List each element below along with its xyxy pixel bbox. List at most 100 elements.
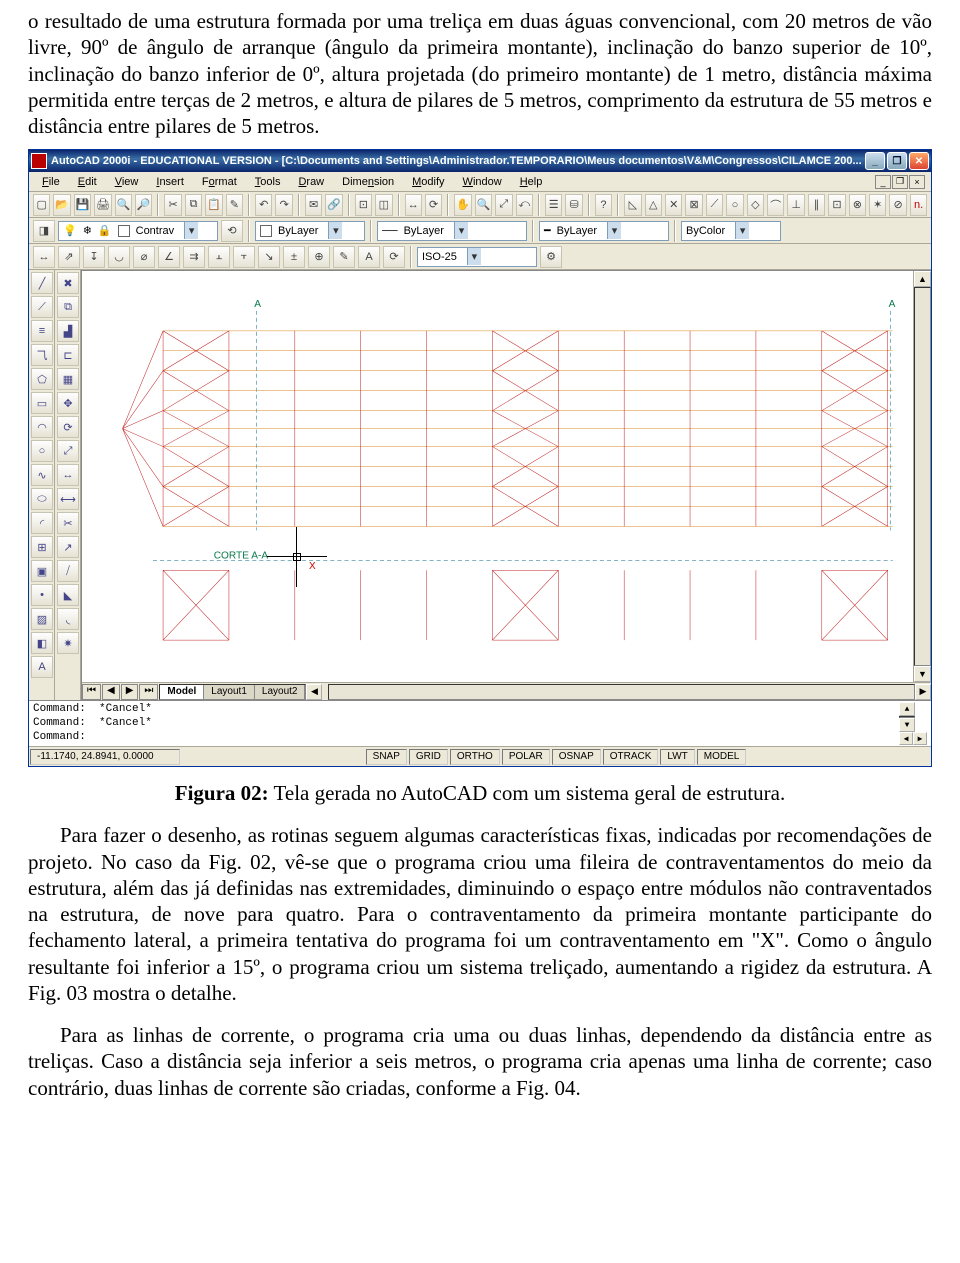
tolerance-icon[interactable]: ± xyxy=(283,246,305,268)
menu-modify[interactable]: Modify xyxy=(405,174,451,190)
lengthen-icon[interactable]: ⟷ xyxy=(57,488,79,510)
menu-help[interactable]: Help xyxy=(513,174,550,190)
point-icon[interactable]: • xyxy=(31,584,53,606)
dimcontinue-icon[interactable]: ⫟ xyxy=(233,246,255,268)
tab-prev-icon[interactable]: ◀ xyxy=(102,684,120,700)
drawing-canvas[interactable]: A A xyxy=(82,271,913,682)
undo-icon[interactable]: ↶ xyxy=(255,194,272,216)
zoom-prev-icon[interactable]: ⤺ xyxy=(516,194,533,216)
fillet-icon[interactable]: ◟ xyxy=(57,608,79,630)
hatch-icon[interactable]: ▨ xyxy=(31,608,53,630)
move-icon[interactable]: ✥ xyxy=(57,392,79,414)
menu-edit[interactable]: Edit xyxy=(71,174,104,190)
ellipsearc-icon[interactable]: ◜ xyxy=(31,512,53,534)
command-input[interactable]: Command: xyxy=(33,730,899,744)
status-osnap[interactable]: OSNAP xyxy=(552,749,601,765)
plotstyle-combo[interactable]: ByColor ▾ xyxy=(681,221,781,241)
snap-tan-icon[interactable]: ⌒ xyxy=(767,194,784,216)
dimedit-icon[interactable]: ✎ xyxy=(333,246,355,268)
layerprev-icon[interactable]: ⟲ xyxy=(221,220,243,242)
menu-window[interactable]: Window xyxy=(456,174,509,190)
cmd-scroll-up-icon[interactable]: ▲ xyxy=(899,702,915,716)
snap-end-icon[interactable]: ◺ xyxy=(624,194,641,216)
dimcenter-icon[interactable]: ⊕ xyxy=(308,246,330,268)
dist-icon[interactable]: ↔ xyxy=(405,194,422,216)
pan-icon[interactable]: ✋ xyxy=(454,194,471,216)
mdi-close[interactable]: × xyxy=(909,175,925,189)
chamfer-icon[interactable]: ◣ xyxy=(57,584,79,606)
copy-obj-icon[interactable]: ⧉ xyxy=(57,296,79,318)
snap-none-icon[interactable]: ⊘ xyxy=(889,194,906,216)
help-icon[interactable]: ? xyxy=(595,194,612,216)
save-icon[interactable]: 💾 xyxy=(74,194,91,216)
snap-appint-icon[interactable]: ⊠ xyxy=(685,194,702,216)
region-icon[interactable]: ◧ xyxy=(31,632,53,654)
snap-par-icon[interactable]: ∥ xyxy=(808,194,825,216)
close-button[interactable]: ✕ xyxy=(909,152,929,170)
tab-model[interactable]: Model xyxy=(160,685,204,699)
dimradius-icon[interactable]: ◡ xyxy=(108,246,130,268)
dimdiameter-icon[interactable]: ⌀ xyxy=(133,246,155,268)
hyperlink-icon[interactable]: 🔗 xyxy=(325,194,342,216)
snap-cen-icon[interactable]: ○ xyxy=(726,194,743,216)
status-model[interactable]: MODEL xyxy=(697,749,747,765)
explode-icon[interactable]: ✷ xyxy=(57,632,79,654)
ucs-icon[interactable]: ◫ xyxy=(375,194,392,216)
offset-icon[interactable]: ⊏ xyxy=(57,344,79,366)
dimtedit-icon[interactable]: A xyxy=(358,246,380,268)
tab-layout1[interactable]: Layout1 xyxy=(204,685,255,699)
tab-last-icon[interactable]: ⏭ xyxy=(139,684,158,700)
maximize-button[interactable]: ❐ xyxy=(887,152,907,170)
etransmit-icon[interactable]: ✉ xyxy=(305,194,322,216)
scale-icon[interactable]: ⤢ xyxy=(57,440,79,462)
arc-icon[interactable]: ◠ xyxy=(31,416,53,438)
line-icon[interactable]: ╱ xyxy=(31,272,53,294)
redraw-icon[interactable]: ⟳ xyxy=(425,194,442,216)
mdi-restore[interactable]: ❐ xyxy=(892,175,908,189)
snap-set-icon[interactable]: n. xyxy=(910,194,927,216)
snap-mid-icon[interactable]: △ xyxy=(645,194,662,216)
open-icon[interactable]: 📂 xyxy=(53,194,70,216)
dbconnect-icon[interactable]: ⛁ xyxy=(565,194,582,216)
snap-per-icon[interactable]: ⊥ xyxy=(787,194,804,216)
insert-icon[interactable]: ⊞ xyxy=(31,536,53,558)
zoom-win-icon[interactable]: ⤢ xyxy=(495,194,512,216)
scroll-down-icon[interactable]: ▼ xyxy=(914,666,931,682)
break-icon[interactable]: ⧸ xyxy=(57,560,79,582)
preview-icon[interactable]: 🔍 xyxy=(115,194,132,216)
cmd-scroll-right-icon[interactable]: ▶ xyxy=(913,732,927,745)
find-icon[interactable]: 🔎 xyxy=(135,194,152,216)
rectangle-icon[interactable]: ▭ xyxy=(31,392,53,414)
minimize-button[interactable]: _ xyxy=(865,152,885,170)
status-grid[interactable]: GRID xyxy=(409,749,448,765)
scroll-right-icon[interactable]: ▶ xyxy=(915,684,931,700)
menu-dimension[interactable]: Dimension xyxy=(335,174,401,190)
circle-icon[interactable]: ○ xyxy=(31,440,53,462)
array-icon[interactable]: ▦ xyxy=(57,368,79,390)
menu-insert[interactable]: Insert xyxy=(149,174,191,190)
spline-icon[interactable]: ∿ xyxy=(31,464,53,486)
xline-icon[interactable]: ⟋ xyxy=(31,296,53,318)
polygon-icon[interactable]: ⬠ xyxy=(31,368,53,390)
mdi-minimize[interactable]: _ xyxy=(875,175,891,189)
tab-next-icon[interactable]: ▶ xyxy=(121,684,139,700)
menu-format[interactable]: Format xyxy=(195,174,244,190)
mirror-icon[interactable]: ▟ xyxy=(57,320,79,342)
zoom-rt-icon[interactable]: 🔍 xyxy=(475,194,492,216)
trim-icon[interactable]: ✂ xyxy=(57,512,79,534)
dimaligned-icon[interactable]: ⇗ xyxy=(58,246,80,268)
tab-first-icon[interactable]: ⏮ xyxy=(82,684,101,700)
snap-qua-icon[interactable]: ◇ xyxy=(747,194,764,216)
tracking-icon[interactable]: ⊡ xyxy=(355,194,372,216)
cut-icon[interactable]: ✂ xyxy=(164,194,181,216)
status-otrack[interactable]: OTRACK xyxy=(603,749,659,765)
scrollbar-horizontal[interactable] xyxy=(328,684,915,700)
menu-view[interactable]: View xyxy=(108,174,146,190)
scroll-left-icon[interactable]: ◀ xyxy=(306,684,322,700)
dimangular-icon[interactable]: ∠ xyxy=(158,246,180,268)
dimstyle-combo[interactable]: ISO-25 ▾ xyxy=(417,247,537,267)
scroll-up-icon[interactable]: ▲ xyxy=(914,271,931,287)
menu-file[interactable]: File xyxy=(35,174,67,190)
extend-icon[interactable]: ↗ xyxy=(57,536,79,558)
status-polar[interactable]: POLAR xyxy=(502,749,550,765)
